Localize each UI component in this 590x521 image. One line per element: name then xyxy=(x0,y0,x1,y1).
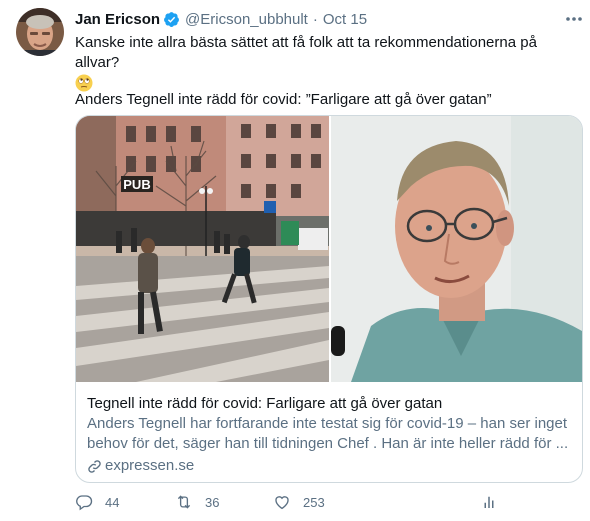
reply-count: 44 xyxy=(105,494,120,510)
like-icon xyxy=(275,496,289,510)
tweet-date[interactable]: Oct 15 xyxy=(323,11,367,28)
tweet-header: Jan Ericson @Ericson_ubbhult · Oct 15 xyxy=(75,9,367,29)
card-description: Anders Tegnell har fortfarande inte test… xyxy=(87,415,569,452)
retweet-count: 36 xyxy=(205,494,220,510)
quoted-headline: Anders Tegnell inte rädd för covid: ”Far… xyxy=(75,91,492,108)
avatar[interactable] xyxy=(16,8,64,56)
pub-sign-text: PUB xyxy=(123,177,150,192)
card-domain-text[interactable]: expressen.se xyxy=(105,456,194,476)
card-image[interactable]: PUB xyxy=(76,116,582,382)
link-icon xyxy=(87,459,102,474)
retweet-icon xyxy=(177,495,191,509)
verified-badge-icon xyxy=(163,11,180,28)
separator-dot: · xyxy=(312,10,318,28)
tweet[interactable]: Jan Ericson @Ericson_ubbhult · Oct 15 Ka… xyxy=(0,0,590,521)
tweet-text-line: Kanske inte allra bästa sättet att få fo… xyxy=(75,34,537,71)
more-icon[interactable] xyxy=(562,10,586,28)
portrait-photo xyxy=(331,116,582,382)
link-card[interactable]: PUB Tegnell inte rädd för covid: Farliga… xyxy=(75,115,583,483)
like-button[interactable]: 253 xyxy=(273,493,325,511)
street-photo: PUB xyxy=(76,116,329,382)
display-name[interactable]: Jan Ericson xyxy=(75,11,160,28)
action-bar: 44 36 253 xyxy=(75,493,580,515)
like-count: 253 xyxy=(303,494,325,510)
reply-button[interactable]: 44 xyxy=(75,493,119,511)
reply-icon xyxy=(76,495,93,511)
share-button[interactable] xyxy=(480,493,498,511)
share-icon xyxy=(484,496,494,508)
retweet-button[interactable]: 36 xyxy=(175,493,219,511)
card-domain[interactable]: expressen.se xyxy=(87,456,575,476)
card-text[interactable]: Tegnell inte rädd för covid: Farligare a… xyxy=(87,394,575,476)
tweet-text: Kanske inte allra bästa sättet att få fo… xyxy=(75,33,580,93)
user-handle[interactable]: @Ericson_ubbhult xyxy=(185,11,308,28)
card-title[interactable]: Tegnell inte rädd för covid: Farligare a… xyxy=(87,394,575,414)
